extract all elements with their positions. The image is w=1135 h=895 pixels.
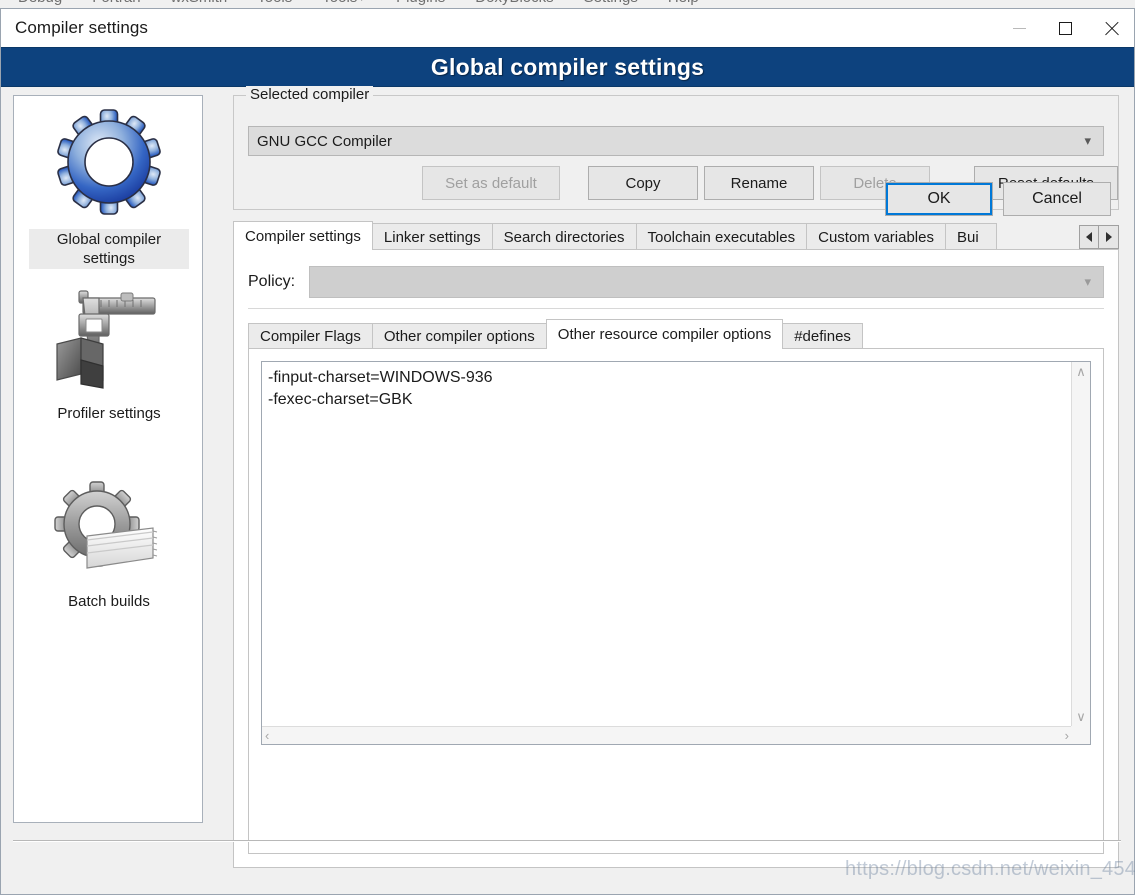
tab-scroll-buttons bbox=[1079, 225, 1119, 249]
scroll-up-icon[interactable]: ∧ bbox=[1076, 362, 1086, 381]
rename-button[interactable]: Rename bbox=[704, 166, 814, 200]
set-as-default-button[interactable]: Set as default bbox=[422, 166, 560, 200]
editor-horizontal-scrollbar[interactable]: ‹ › bbox=[262, 726, 1072, 744]
application-menubar: Debug Fortran wxSmith Tools Tools+ Plugi… bbox=[0, 0, 1135, 9]
resource-compiler-options-editor[interactable]: -finput-charset=WINDOWS-936 -fexec-chars… bbox=[261, 361, 1091, 745]
blue-gear-icon bbox=[53, 106, 165, 223]
menu-item-fortran[interactable]: Fortran bbox=[92, 0, 140, 6]
minimize-button[interactable] bbox=[996, 9, 1042, 47]
policy-label: Policy: bbox=[248, 273, 296, 290]
policy-separator bbox=[248, 308, 1104, 309]
scroll-right-icon[interactable]: › bbox=[1065, 726, 1069, 745]
scrollbar-corner bbox=[1071, 726, 1090, 744]
other-resource-compiler-options-tabpage: -finput-charset=WINDOWS-936 -fexec-chars… bbox=[248, 348, 1104, 854]
screen-root: Debug Fortran wxSmith Tools Tools+ Plugi… bbox=[0, 0, 1135, 895]
compiler-settings-dialog: Compiler settings Global compiler settin… bbox=[0, 9, 1135, 895]
menu-item-settings[interactable]: Settings bbox=[584, 0, 638, 6]
selected-compiler-group-title: Selected compiler bbox=[246, 86, 374, 103]
editor-vertical-scrollbar[interactable]: ∧ ∨ bbox=[1071, 362, 1090, 726]
dialog-header-band: Global compiler settings bbox=[1, 47, 1134, 87]
maximize-button[interactable] bbox=[1042, 9, 1088, 47]
close-icon bbox=[1104, 21, 1119, 36]
sidebar-item-label: Batch builds bbox=[68, 593, 150, 610]
sidebar-item-profiler-settings[interactable]: Profiler settings bbox=[14, 288, 202, 424]
settings-category-list[interactable]: Global compiler settings Profiler settin… bbox=[13, 95, 203, 823]
minimize-icon bbox=[1012, 27, 1026, 29]
sidebar-item-batch-builds[interactable]: Batch builds bbox=[14, 476, 202, 612]
tab-scroll-left-button[interactable] bbox=[1079, 225, 1099, 249]
compiler-select-value: GNU GCC Compiler bbox=[257, 132, 393, 150]
maximize-icon bbox=[1058, 21, 1072, 35]
tab-compiler-settings[interactable]: Compiler settings bbox=[233, 221, 373, 250]
dialog-body: Global compiler settings Profiler settin… bbox=[1, 86, 1134, 877]
menu-item-tools[interactable]: Tools bbox=[257, 0, 292, 6]
menu-item-debug[interactable]: Debug bbox=[18, 0, 62, 6]
settings-tabstrip: Compiler settings Linker settings Search… bbox=[233, 221, 1119, 250]
chevron-down-icon: ▾ bbox=[1084, 274, 1091, 289]
close-button[interactable] bbox=[1088, 9, 1134, 47]
compiler-options-tabstrip: Compiler Flags Other compiler options Ot… bbox=[248, 319, 1104, 349]
menu-item-tools-plus[interactable]: Tools+ bbox=[322, 0, 366, 6]
window-controls bbox=[996, 9, 1134, 47]
tab-toolchain-executables[interactable]: Toolchain executables bbox=[635, 223, 808, 250]
sidebar-item-label: Profiler settings bbox=[57, 405, 161, 422]
policy-row: Policy: ▾ bbox=[248, 266, 1104, 298]
tab-linker-settings[interactable]: Linker settings bbox=[371, 223, 493, 250]
menu-item-plugins[interactable]: Plugins bbox=[396, 0, 445, 6]
menu-item-doxyblocks[interactable]: DoxyBlocks bbox=[475, 0, 553, 6]
tab-other-resource-compiler-options[interactable]: Other resource compiler options bbox=[545, 319, 784, 349]
page-title: Global compiler settings bbox=[430, 53, 705, 80]
scroll-down-icon[interactable]: ∨ bbox=[1076, 707, 1086, 726]
menu-item-help[interactable]: Help bbox=[668, 0, 699, 6]
ok-button[interactable]: OK bbox=[885, 182, 993, 216]
tab-build-options[interactable]: Bui bbox=[945, 223, 997, 250]
chevron-down-icon: ▾ bbox=[1084, 133, 1091, 148]
policy-select[interactable]: ▾ bbox=[309, 266, 1104, 298]
settings-notebook: Compiler settings Linker settings Search… bbox=[233, 221, 1119, 869]
tab-scroll-right-button[interactable] bbox=[1099, 225, 1119, 249]
scroll-left-icon[interactable]: ‹ bbox=[265, 726, 269, 745]
copy-button[interactable]: Copy bbox=[588, 166, 698, 200]
tab-search-directories[interactable]: Search directories bbox=[491, 223, 637, 250]
sidebar-item-global-compiler-settings[interactable]: Global compiler settings bbox=[14, 106, 202, 269]
tab-other-compiler-options[interactable]: Other compiler options bbox=[371, 323, 547, 349]
dialog-titlebar: Compiler settings bbox=[1, 9, 1134, 47]
compiler-settings-tabpage: Policy: ▾ Compiler Flags Other compiler … bbox=[233, 249, 1119, 868]
triangle-right-icon bbox=[1105, 232, 1112, 242]
tab-defines[interactable]: #defines bbox=[782, 323, 863, 349]
caliper-blocks-icon bbox=[53, 288, 165, 397]
menu-item-wxsmith[interactable]: wxSmith bbox=[171, 0, 228, 6]
triangle-left-icon bbox=[1086, 232, 1092, 242]
dialog-title: Compiler settings bbox=[15, 18, 149, 37]
compiler-select[interactable]: GNU GCC Compiler ▾ bbox=[248, 126, 1104, 156]
footer-separator bbox=[13, 840, 1121, 841]
tab-custom-variables[interactable]: Custom variables bbox=[806, 223, 946, 250]
compiler-options-notebook: Compiler Flags Other compiler options Ot… bbox=[248, 319, 1104, 855]
tab-compiler-flags[interactable]: Compiler Flags bbox=[248, 323, 373, 349]
resource-compiler-options-text[interactable]: -finput-charset=WINDOWS-936 -fexec-chars… bbox=[262, 362, 1071, 725]
sidebar-item-label: Global compiler settings bbox=[29, 229, 189, 269]
cancel-button[interactable]: Cancel bbox=[1003, 182, 1111, 216]
gear-pages-icon bbox=[53, 476, 165, 585]
